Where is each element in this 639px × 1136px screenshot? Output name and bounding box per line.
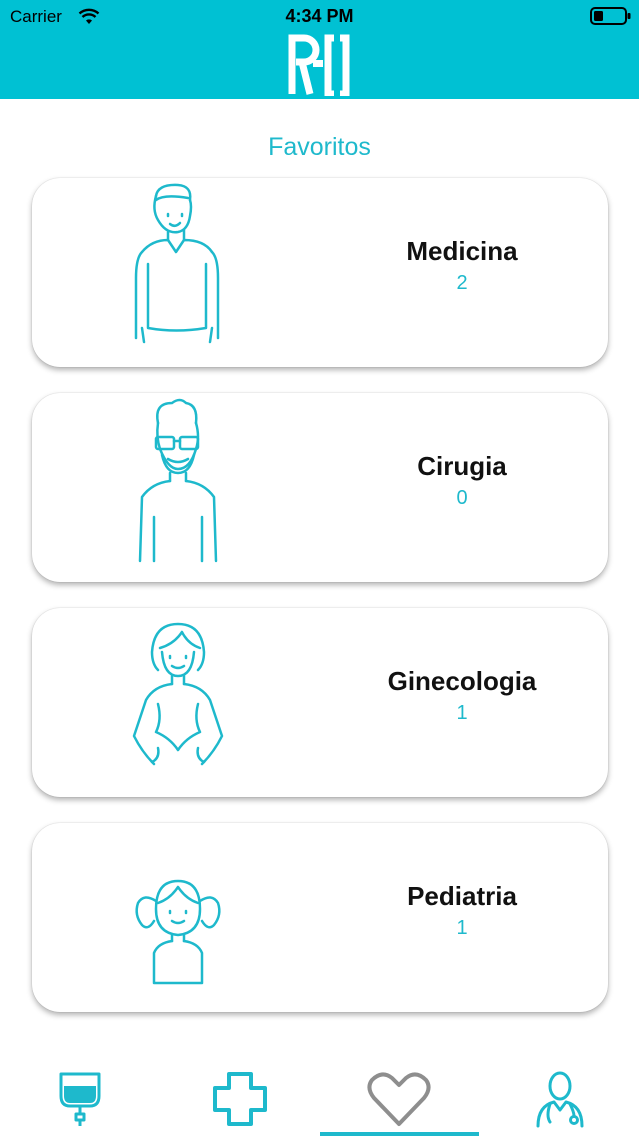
clock: 4:34 PM <box>285 6 354 26</box>
tab-bar <box>0 1056 639 1136</box>
favorite-card-pediatria[interactable]: Pediatria 1 <box>32 823 608 1012</box>
tab-selection-indicator <box>320 1132 479 1136</box>
category-name: Ginecologia <box>387 666 537 696</box>
favorite-card-ginecologia[interactable]: Ginecologia 1 <box>32 608 608 797</box>
status-bar: Carrier 4:34 PM <box>0 0 639 36</box>
category-name: Medicina <box>406 236 518 266</box>
tab-favorites[interactable] <box>320 1056 479 1136</box>
bearded-man-glasses-icon <box>138 398 218 563</box>
category-count: 1 <box>456 917 468 939</box>
man-icon <box>134 183 220 344</box>
category-name: Cirugia <box>417 451 507 481</box>
favorite-card-medicina[interactable]: Medicina 2 <box>32 178 608 367</box>
pregnant-woman-icon <box>132 622 224 766</box>
tab-medical[interactable] <box>160 1056 319 1136</box>
app-header: Carrier 4:34 PM <box>0 0 639 99</box>
category-name: Pediatria <box>407 881 517 911</box>
category-count: 1 <box>456 702 468 724</box>
heart-icon <box>367 1072 431 1126</box>
app-logo <box>288 34 350 96</box>
category-count: 0 <box>456 487 468 509</box>
battery-icon <box>590 7 631 25</box>
page-title: Favoritos <box>268 133 371 161</box>
girl-icon <box>135 879 221 985</box>
category-count: 2 <box>456 272 468 294</box>
tab-iv-bag[interactable] <box>0 1056 159 1136</box>
favorite-card-cirugia[interactable]: Cirugia 0 <box>32 393 608 582</box>
medical-cross-icon <box>213 1072 267 1126</box>
tab-profile[interactable] <box>480 1056 639 1136</box>
iv-bag-icon <box>59 1072 101 1126</box>
doctor-icon <box>536 1071 584 1128</box>
